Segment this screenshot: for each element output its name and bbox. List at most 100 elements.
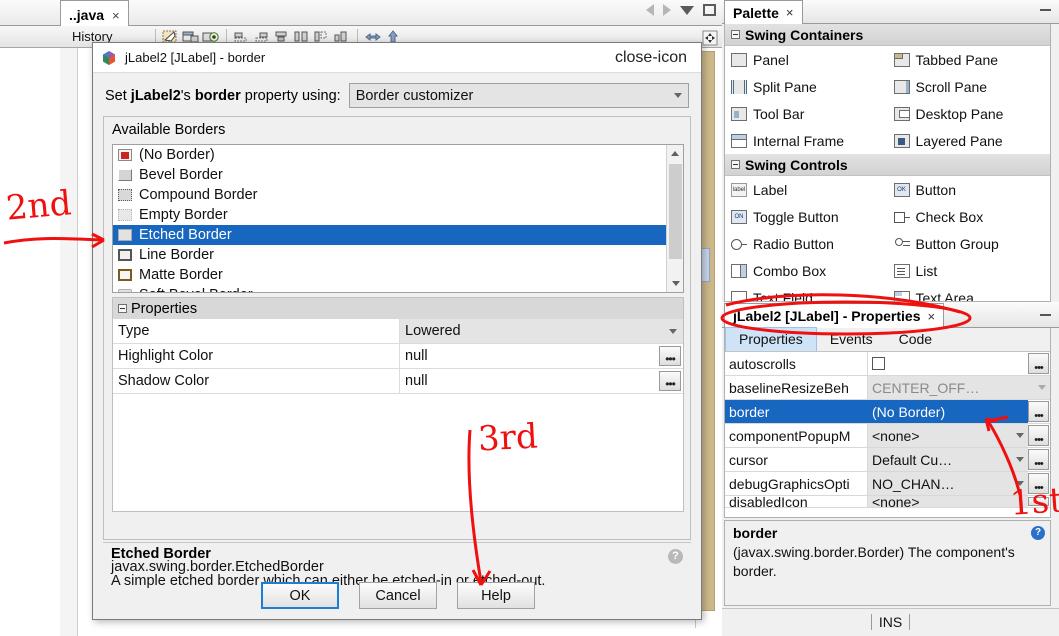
property-ellipsis-button[interactable]: •••: [1028, 425, 1049, 446]
property-row-autoscrolls[interactable]: autoscrolls •••: [725, 352, 1050, 376]
tab-jlabel2-properties[interactable]: jLabel2 [JLabel] - Properties ×: [724, 303, 945, 328]
chevron-down-icon[interactable]: [669, 328, 677, 334]
scroll-up-icon[interactable]: [667, 145, 683, 162]
property-value[interactable]: Lowered: [400, 319, 683, 343]
palette-item-layered-pane[interactable]: Layered Pane: [888, 127, 1051, 154]
chevron-down-icon[interactable]: [680, 5, 694, 15]
border-list-item-no-border[interactable]: (No Border): [113, 145, 666, 165]
border-list-item-soft-bevel[interactable]: Soft Bevel Border: [113, 285, 666, 292]
tab-properties[interactable]: Properties: [725, 327, 817, 351]
border-customizer-dialog: jLabel2 [JLabel] - border close-icon Set…: [92, 42, 702, 620]
border-list-item-bevel[interactable]: Bevel Border: [113, 165, 666, 185]
property-row-disabledicon[interactable]: disabledIcon <none>: [725, 496, 1050, 508]
palette-item-radio-button[interactable]: Radio Button: [725, 230, 888, 257]
properties-group-header[interactable]: Properties: [113, 298, 683, 319]
palette-item-button-group[interactable]: Button Group: [888, 230, 1051, 257]
scrollbar-thumb[interactable]: [669, 164, 682, 259]
border-property-row-shadow-color[interactable]: Shadow Color null •••: [113, 369, 683, 394]
tab-code[interactable]: Code: [886, 328, 945, 351]
checkbox[interactable]: [872, 357, 885, 370]
property-value[interactable]: Default Cu…: [868, 448, 1028, 471]
property-ellipsis-button[interactable]: •••: [1028, 473, 1049, 494]
cancel-button[interactable]: Cancel: [359, 582, 437, 609]
chevron-down-icon[interactable]: [674, 93, 682, 98]
palette-group-swing-containers[interactable]: Swing Containers: [725, 24, 1050, 46]
palette-item-text-field[interactable]: Text Field: [725, 284, 888, 301]
arrow-left-icon[interactable]: [646, 4, 654, 16]
property-row-border[interactable]: border (No Border) •••: [725, 400, 1050, 424]
property-value[interactable]: (No Border): [868, 400, 1028, 423]
palette-item-internal-frame[interactable]: Internal Frame: [725, 127, 888, 154]
palette-item-combo-box[interactable]: Combo Box: [725, 257, 888, 284]
property-row-baselineresizebehavior[interactable]: baselineResizeBeh CENTER_OFF…: [725, 376, 1050, 400]
border-ellipsis-button[interactable]: •••: [1028, 401, 1049, 422]
minimize-icon[interactable]: [1040, 9, 1051, 11]
property-ellipsis-button[interactable]: •••: [1028, 449, 1049, 470]
property-value[interactable]: null: [400, 344, 659, 368]
property-value[interactable]: null: [400, 369, 659, 393]
property-name: baselineResizeBeh: [725, 376, 868, 399]
palette-item-tabbed-pane[interactable]: Tabbed Pane: [888, 46, 1051, 73]
property-row-componentpopupmenu[interactable]: componentPopupM <none> •••: [725, 424, 1050, 448]
scroll-down-icon[interactable]: [667, 275, 683, 292]
tab-events[interactable]: Events: [817, 328, 886, 351]
border-property-row-type[interactable]: Type Lowered: [113, 319, 683, 344]
property-value[interactable]: <none>: [868, 424, 1028, 447]
border-mode-combo[interactable]: Border customizer: [348, 83, 689, 108]
palette-item-panel[interactable]: Panel: [725, 46, 888, 73]
palette-group-label: Swing Containers: [745, 26, 864, 43]
status-badge: INS: [870, 613, 911, 630]
design-form-preview: [701, 51, 715, 611]
palette-item-label[interactable]: label Label: [725, 176, 888, 203]
property-ellipsis-button[interactable]: •••: [1028, 353, 1049, 374]
property-value[interactable]: CENTER_OFF…: [868, 376, 1050, 399]
close-icon[interactable]: ×: [928, 309, 936, 324]
border-list-item-empty[interactable]: Empty Border: [113, 205, 666, 225]
palette-item-split-pane[interactable]: Split Pane: [725, 73, 888, 100]
chevron-down-icon[interactable]: [1016, 433, 1024, 438]
borders-list-scrollbar[interactable]: [666, 145, 683, 292]
collapse-icon[interactable]: [731, 30, 740, 39]
palette-item-check-box[interactable]: Check Box: [888, 203, 1051, 230]
property-value[interactable]: NO_CHAN…: [868, 472, 1028, 495]
palette-item-text-area[interactable]: Text Area: [888, 284, 1051, 301]
editor-maximize-icon[interactable]: [702, 30, 718, 46]
palette-group-swing-controls[interactable]: Swing Controls: [725, 154, 1050, 176]
palette-item-button[interactable]: OK Button: [888, 176, 1051, 203]
property-row-cursor[interactable]: cursor Default Cu… •••: [725, 448, 1050, 472]
editor-tab-java[interactable]: ..java ×: [60, 0, 129, 26]
property-ellipsis-button[interactable]: [1028, 497, 1049, 506]
border-list-item-matte[interactable]: Matte Border: [113, 265, 666, 285]
palette-item-list[interactable]: List: [888, 257, 1051, 284]
available-borders-list[interactable]: (No Border) Bevel Border Compound Border…: [112, 144, 684, 293]
minimize-icon[interactable]: [1040, 314, 1051, 316]
palette-item-scroll-pane[interactable]: Scroll Pane: [888, 73, 1051, 100]
chevron-down-icon[interactable]: [1016, 457, 1024, 462]
palette-item-desktop-pane[interactable]: Desktop Pane: [888, 100, 1051, 127]
chevron-down-icon[interactable]: [1038, 385, 1046, 390]
help-icon[interactable]: ?: [1031, 526, 1045, 540]
chevron-down-icon[interactable]: [1016, 481, 1024, 486]
collapse-icon[interactable]: [118, 304, 127, 313]
help-icon[interactable]: ?: [668, 549, 683, 564]
border-list-item-etched[interactable]: Etched Border: [113, 225, 666, 245]
palette-item-toggle-button[interactable]: ON Toggle Button: [725, 203, 888, 230]
maximize-icon[interactable]: [703, 4, 716, 16]
close-icon[interactable]: close-icon: [609, 49, 693, 67]
border-list-item-line[interactable]: Line Border: [113, 245, 666, 265]
arrow-right-icon[interactable]: [663, 4, 671, 16]
property-value[interactable]: [868, 352, 1028, 375]
property-ellipsis-button[interactable]: •••: [659, 346, 681, 366]
close-icon[interactable]: ×: [786, 5, 794, 20]
border-list-item-compound[interactable]: Compound Border: [113, 185, 666, 205]
property-row-debuggraphicsoptions[interactable]: debugGraphicsOpti NO_CHAN… •••: [725, 472, 1050, 496]
property-ellipsis-button[interactable]: •••: [659, 371, 681, 391]
close-icon[interactable]: ×: [112, 8, 120, 23]
collapse-icon[interactable]: [731, 160, 740, 169]
ok-button[interactable]: OK: [261, 582, 339, 609]
border-property-row-highlight-color[interactable]: Highlight Color null •••: [113, 344, 683, 369]
palette-item-tool-bar[interactable]: Tool Bar: [725, 100, 888, 127]
help-button[interactable]: Help: [457, 582, 535, 609]
tab-palette[interactable]: Palette ×: [724, 0, 803, 24]
property-value[interactable]: <none>: [868, 496, 1028, 507]
